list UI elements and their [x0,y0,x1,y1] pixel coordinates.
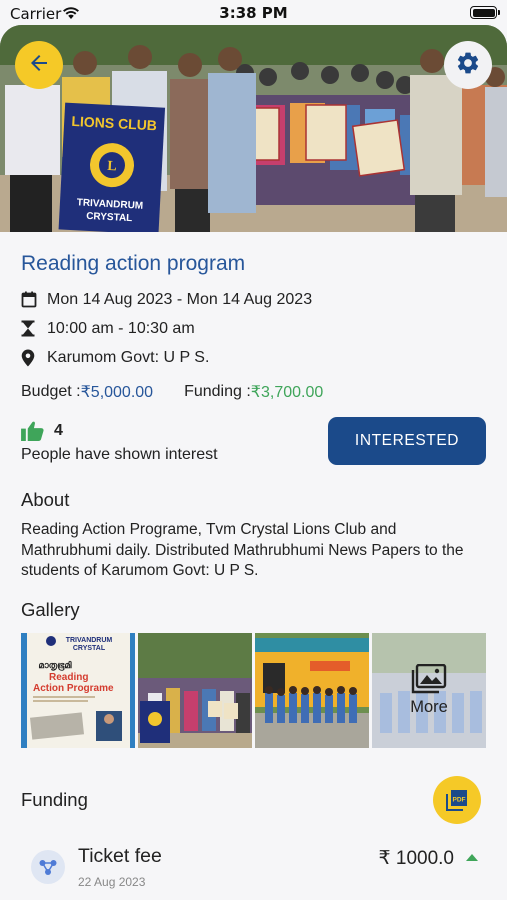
expand-arrow-icon[interactable] [466,853,478,861]
interested-button[interactable]: INTERESTED [328,417,486,465]
event-dates: Mon 14 Aug 2023 - Mon 14 Aug 2023 [47,290,313,308]
location-pin-icon [21,349,47,367]
poster-line-3: മാതൃഭൂമി [38,659,71,671]
poster-line-4: Reading [49,672,88,683]
svg-text:PDF: PDF [453,796,466,803]
event-title: Reading action program [21,252,246,275]
settings-button[interactable] [444,41,492,89]
funding-value: ₹3,700.00 [250,384,324,401]
gallery-image-group-photo[interactable] [138,632,252,748]
funding-item-date: 22 Aug 2023 [78,874,146,889]
pdf-icon: PDF [446,789,467,811]
gallery-strip: TRIVANDRUM CRYSTAL മാതൃഭൂമി Reading Acti… [21,632,486,748]
poster-line-1: TRIVANDRUM [66,637,113,644]
funding-header: Funding PDF [21,775,486,824]
more-overlay: More [372,632,486,748]
share-nodes-icon [31,849,65,884]
budget-label: Budget : [21,383,81,400]
pdf-export-button[interactable]: PDF [433,775,481,824]
calendar-icon [21,291,47,308]
budget-value: ₹5,000.00 [80,384,154,401]
back-button[interactable] [15,41,63,89]
funding-heading: Funding [21,788,88,810]
event-time: 10:00 am - 10:30 am [47,319,195,337]
gallery-more-tile[interactable]: More [372,632,486,748]
funding-label: Funding : [184,383,251,400]
event-time-row: 10:00 am - 10:30 am [21,314,486,343]
budget-row: Budget : ₹5,000.00 Funding : ₹3,700.00 [21,381,486,403]
battery-icon [470,6,500,19]
image-gallery-icon [411,663,447,693]
event-cover-photo: L LIONS CLUB TRIVANDRUM CRYSTAL [0,25,507,232]
hourglass-icon [21,320,47,337]
status-bar: Carrier 3:38 PM [0,0,507,27]
interest-count: 4 [54,422,63,439]
back-arrow-icon [27,51,51,80]
svg-text:L: L [107,159,117,174]
event-dates-row: Mon 14 Aug 2023 - Mon 14 Aug 2023 [21,285,486,314]
funding-item-amount: ₹ 1000.0 [378,847,454,869]
funding-item-name: Ticket fee [78,844,162,867]
gear-icon [455,50,481,81]
poster-line-2: CRYSTAL [73,645,106,652]
poster-line-5: Action Programe [33,683,114,694]
event-details: Reading action program Mon 14 Aug 2023 -… [0,232,507,900]
thumbs-up-icon [21,421,44,441]
interest-section: 4 People have shown interest INTERESTED [21,417,486,479]
more-label: More [410,697,448,716]
funding-list-item[interactable]: Ticket fee 22 Aug 2023 ₹ 1000.0 [21,843,486,900]
clock: 3:38 PM [219,4,288,22]
gallery-heading: Gallery [21,598,80,620]
event-location-row: Karumom Govt: U P S. [21,343,486,372]
gallery-image-school-building[interactable] [255,632,369,748]
about-text: Reading Action Programe, Tvm Crystal Lio… [21,521,464,579]
about-heading: About [21,489,70,510]
gallery-image-poster[interactable]: TRIVANDRUM CRYSTAL മാതൃഭൂമി Reading Acti… [21,632,135,748]
event-location: Karumom Govt: U P S. [47,348,210,366]
